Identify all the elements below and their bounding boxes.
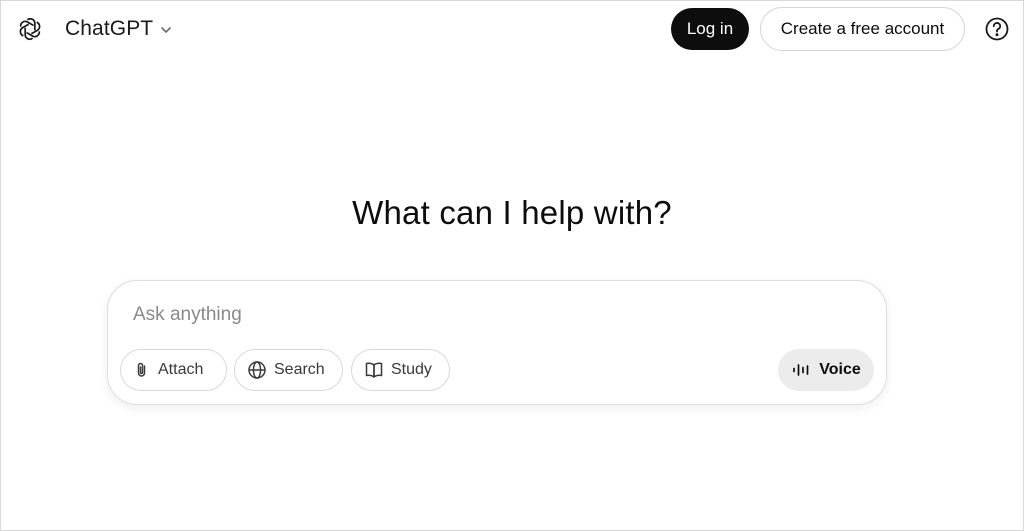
voice-button[interactable]: Voice [778,349,874,391]
study-label: Study [391,361,432,378]
waveform-icon [791,361,811,379]
study-button[interactable]: Study [351,349,450,391]
attach-label: Attach [158,361,204,378]
book-open-icon [364,360,384,380]
page-headline: What can I help with? [352,194,672,231]
model-switcher[interactable]: ChatGPT [57,13,181,45]
login-button[interactable]: Log in [671,8,749,50]
create-account-button[interactable]: Create a free account [760,7,965,51]
search-label: Search [274,361,325,378]
paperclip-icon [133,361,151,379]
openai-logo-icon[interactable] [17,16,43,42]
help-icon[interactable] [983,15,1011,43]
prompt-input[interactable] [133,301,833,329]
top-bar: ChatGPT Log in Create a free account [1,1,1023,57]
chevron-down-icon [159,23,173,37]
prompt-composer: Attach Search Study [107,280,887,405]
model-name: ChatGPT [65,17,154,40]
app-window: ChatGPT Log in Create a free account Wha… [0,0,1024,531]
attach-button[interactable]: Attach [120,349,227,391]
globe-icon [247,360,267,380]
voice-label: Voice [819,361,861,378]
search-button[interactable]: Search [234,349,343,391]
